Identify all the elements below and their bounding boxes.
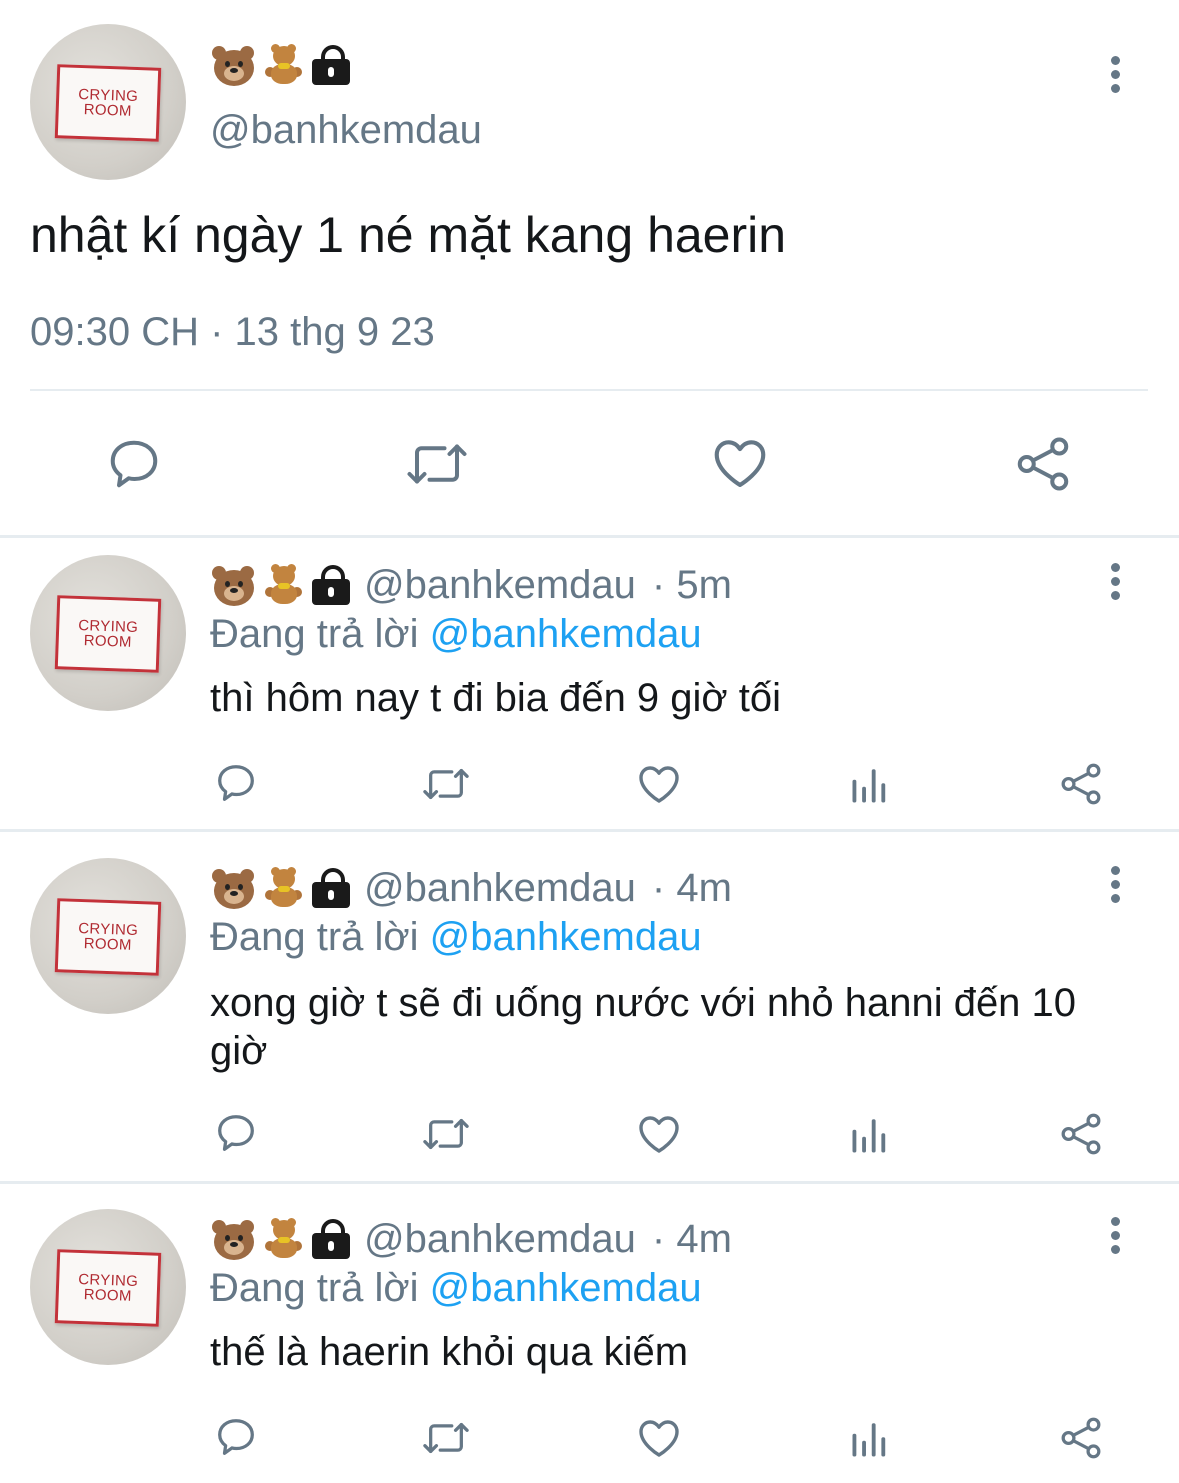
like-icon[interactable] [708,432,772,494]
tweet-divider [0,829,1179,832]
teddy-bear-icon [262,42,304,88]
tweet-text: nhật kí ngày 1 né mặt kang haerin [30,207,787,263]
user-handle[interactable]: @banhkemdau [364,1217,636,1262]
avatar-text: ROOM [83,1286,132,1305]
bear-face-icon [210,44,256,86]
user-handle[interactable]: @banhkemdau [210,108,482,153]
lock-icon [310,866,352,910]
reply-time: · 5m [651,562,732,607]
replying-prefix: Đang trả lời [210,915,419,959]
display-name-emojis: @banhkemdau · 4m [210,865,732,911]
reply-time: · 4m [651,1216,732,1261]
teddy-bear-icon [262,1216,304,1262]
more-options-icon[interactable] [1105,563,1125,603]
replying-prefix: Đang trả lời [210,612,419,656]
analytics-icon[interactable] [849,764,891,806]
share-icon[interactable] [1058,1415,1104,1461]
retweet-icon[interactable] [420,1415,472,1461]
replying-to: Đang trả lời @banhkemdau [210,612,702,657]
avatar[interactable]: CRYING ROOM [30,24,186,180]
more-options-icon[interactable] [1105,866,1125,906]
share-icon[interactable] [1012,434,1074,494]
lock-icon [310,1217,352,1261]
analytics-icon[interactable] [849,1418,891,1460]
reply-text: xong giờ t sẽ đi uống nước với nhỏ hanni… [210,981,1077,1073]
user-handle[interactable]: @banhkemdau [364,866,636,911]
retweet-icon[interactable] [420,1111,472,1157]
avatar[interactable]: CRYING ROOM [30,858,186,1014]
mention-link[interactable]: @banhkemdau [430,612,702,656]
reply-icon[interactable] [104,434,164,494]
analytics-icon[interactable] [849,1114,891,1156]
display-name-emojis: @banhkemdau · 5m [210,562,732,608]
inner-divider [30,389,1148,391]
avatar-sign: CRYING ROOM [54,64,162,142]
share-icon[interactable] [1058,1111,1104,1157]
more-options-icon[interactable] [1105,56,1125,96]
more-options-icon[interactable] [1105,1217,1125,1257]
display-name-emojis: @banhkemdau · 4m [210,1216,732,1262]
lock-icon [310,43,352,87]
like-icon[interactable] [635,1414,683,1462]
reply-text: thế là haerin khỏi qua kiếm [210,1330,689,1374]
reply-icon[interactable] [213,760,259,806]
like-icon[interactable] [635,760,683,808]
avatar[interactable]: CRYING ROOM [30,555,186,711]
teddy-bear-icon [262,562,304,608]
mention-link[interactable]: @banhkemdau [430,1266,702,1310]
user-handle[interactable]: @banhkemdau [364,563,636,608]
retweet-icon[interactable] [420,761,472,807]
lock-icon [310,563,352,607]
tweet-timestamp[interactable]: 09:30 CH · 13 thg 9 23 [30,310,435,355]
avatar-text: ROOM [83,101,132,120]
tweet-divider [0,535,1179,538]
replying-to: Đang trả lời @banhkemdau [210,915,702,960]
display-name-emojis [210,42,352,88]
avatar-sign: CRYING ROOM [54,595,162,673]
replying-to: Đang trả lời @banhkemdau [210,1266,702,1311]
reply-time: · 4m [651,865,732,910]
avatar-text: ROOM [83,632,132,651]
avatar[interactable]: CRYING ROOM [30,1209,186,1365]
avatar-text: ROOM [83,935,132,954]
tweet-divider [0,1181,1179,1184]
retweet-icon[interactable] [404,434,470,494]
avatar-sign: CRYING ROOM [54,1249,162,1327]
avatar-sign: CRYING ROOM [54,898,162,976]
bear-face-icon [210,1218,256,1260]
mention-link[interactable]: @banhkemdau [430,915,702,959]
like-icon[interactable] [635,1110,683,1158]
reply-text: thì hôm nay t đi bia đến 9 giờ tối [210,676,782,720]
replying-prefix: Đang trả lời [210,1266,419,1310]
teddy-bear-icon [262,865,304,911]
bear-face-icon [210,867,256,909]
share-icon[interactable] [1058,761,1104,807]
reply-icon[interactable] [213,1414,259,1460]
bear-face-icon [210,564,256,606]
reply-icon[interactable] [213,1110,259,1156]
